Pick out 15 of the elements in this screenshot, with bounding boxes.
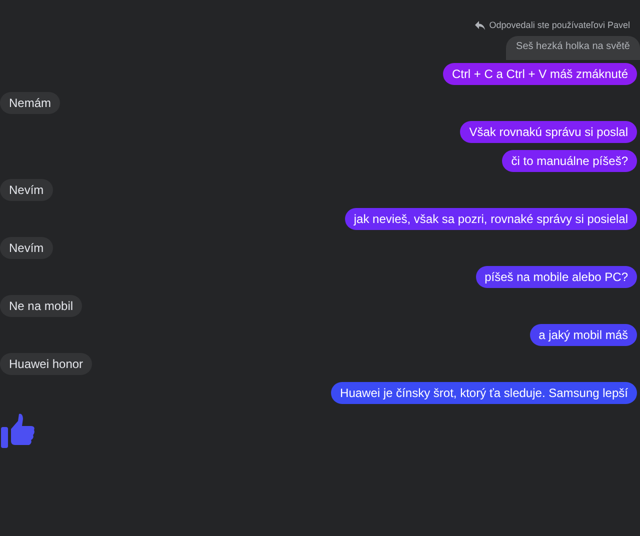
- quoted-message: Seš hezká holka na světě: [506, 36, 640, 60]
- reply-icon: [475, 21, 486, 30]
- sent-message: Však rovnakú správu si poslal: [460, 120, 637, 142]
- sent-message: jak nevieš, však sa pozri, rovnaké správy si posielal: [344, 208, 637, 230]
- sent-message: píšeš na mobile alebo PC?: [476, 266, 637, 288]
- sent-message: či to manuálne píšeš?: [502, 150, 637, 172]
- received-message: Huawei honor: [0, 352, 92, 374]
- sent-message: a jaký mobil máš: [530, 324, 637, 346]
- reply-note: Odpovedali ste používateľovi Pavel: [489, 19, 630, 32]
- received-message: Nevím: [0, 236, 53, 258]
- sent-message: Huawei je čínsky šrot, ktorý ťa sleduje. Samsung lepší: [331, 382, 637, 404]
- received-message: Ne na mobil: [0, 294, 82, 316]
- received-message: Nemám: [0, 92, 60, 114]
- received-message: Nevím: [0, 178, 53, 200]
- sent-message: Ctrl + C a Ctrl + V máš zmáknuté: [442, 62, 637, 84]
